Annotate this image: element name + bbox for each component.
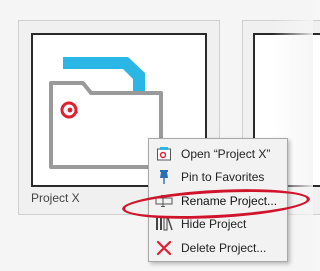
menu-item-label: Open “Project X” <box>181 146 271 161</box>
menu-item-pin[interactable]: Pin to Favorites <box>149 166 287 190</box>
project-gallery: Project X Open “Project X” Pin to Favori… <box>0 0 320 271</box>
context-menu: Open “Project X” Pin to Favorites Rename… <box>148 138 288 262</box>
menu-item-hide[interactable]: Hide Project <box>149 213 287 237</box>
rename-icon <box>155 192 173 210</box>
delete-icon <box>155 239 173 257</box>
menu-item-delete[interactable]: Delete Project... <box>149 236 287 260</box>
project-name: Project X <box>31 191 80 205</box>
menu-item-label: Pin to Favorites <box>181 170 265 185</box>
menu-item-label: Rename Project... <box>181 193 278 208</box>
hide-icon <box>155 215 173 233</box>
menu-item-open[interactable]: Open “Project X” <box>149 142 287 166</box>
menu-item-label: Delete Project... <box>181 240 267 255</box>
open-project-icon <box>155 145 173 163</box>
pin-icon <box>155 168 173 186</box>
menu-item-label: Hide Project <box>181 217 247 232</box>
menu-item-rename[interactable]: Rename Project... <box>149 189 287 213</box>
